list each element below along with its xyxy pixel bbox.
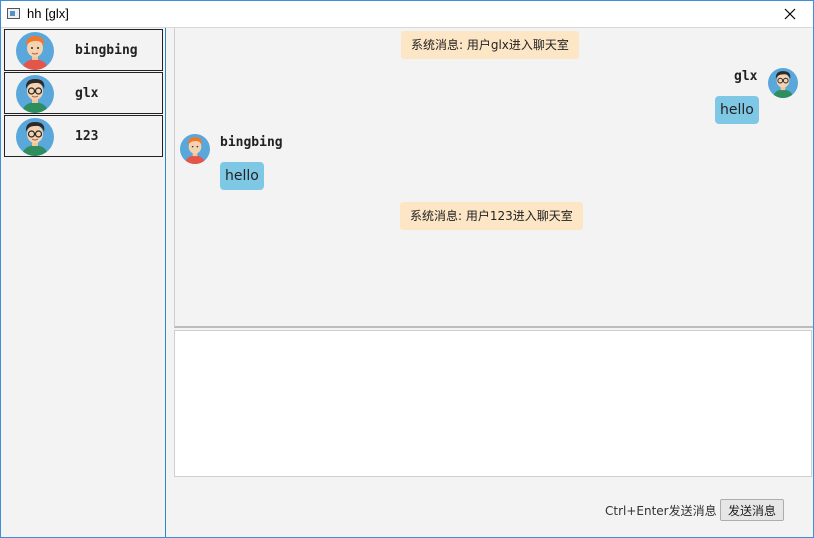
send-button[interactable]: 发送消息 — [720, 499, 784, 521]
message-sender: bingbing — [220, 135, 283, 150]
glasses-boy-avatar-icon — [16, 118, 54, 156]
message-input[interactable] — [174, 330, 812, 477]
system-message: 系统消息: 用户123进入聊天室 — [400, 202, 583, 230]
user-list: bingbing glx 123 — [1, 28, 166, 537]
window-title: hh [glx] — [27, 6, 69, 21]
title-bar: hh [glx] — [1, 1, 813, 28]
user-name: bingbing — [75, 43, 138, 58]
message-area[interactable]: 系统消息: 用户glx进入聊天室 glx hello bingbing hell… — [174, 28, 813, 328]
message-bubble: hello — [715, 96, 759, 124]
glasses-boy-avatar-icon — [768, 68, 798, 98]
send-shortcut-hint: Ctrl+Enter发送消息 — [605, 504, 717, 518]
user-item-bingbing[interactable]: bingbing — [4, 29, 163, 71]
glasses-boy-avatar-icon — [16, 75, 54, 113]
user-item-123[interactable]: 123 — [4, 115, 163, 157]
orange-haired-boy-avatar-icon — [180, 134, 210, 164]
system-message: 系统消息: 用户glx进入聊天室 — [401, 31, 579, 59]
close-icon — [784, 8, 796, 20]
close-button[interactable] — [767, 1, 813, 27]
user-name: glx — [75, 86, 99, 101]
app-icon — [7, 8, 20, 19]
chat-window: hh [glx] bingbing glx 123 系统消息: 用户glx进入聊… — [0, 0, 814, 538]
message-sender: glx — [734, 69, 758, 84]
user-name: 123 — [75, 129, 99, 144]
orange-haired-boy-avatar-icon — [16, 32, 54, 70]
message-bubble: hello — [220, 162, 264, 190]
user-item-glx[interactable]: glx — [4, 72, 163, 114]
